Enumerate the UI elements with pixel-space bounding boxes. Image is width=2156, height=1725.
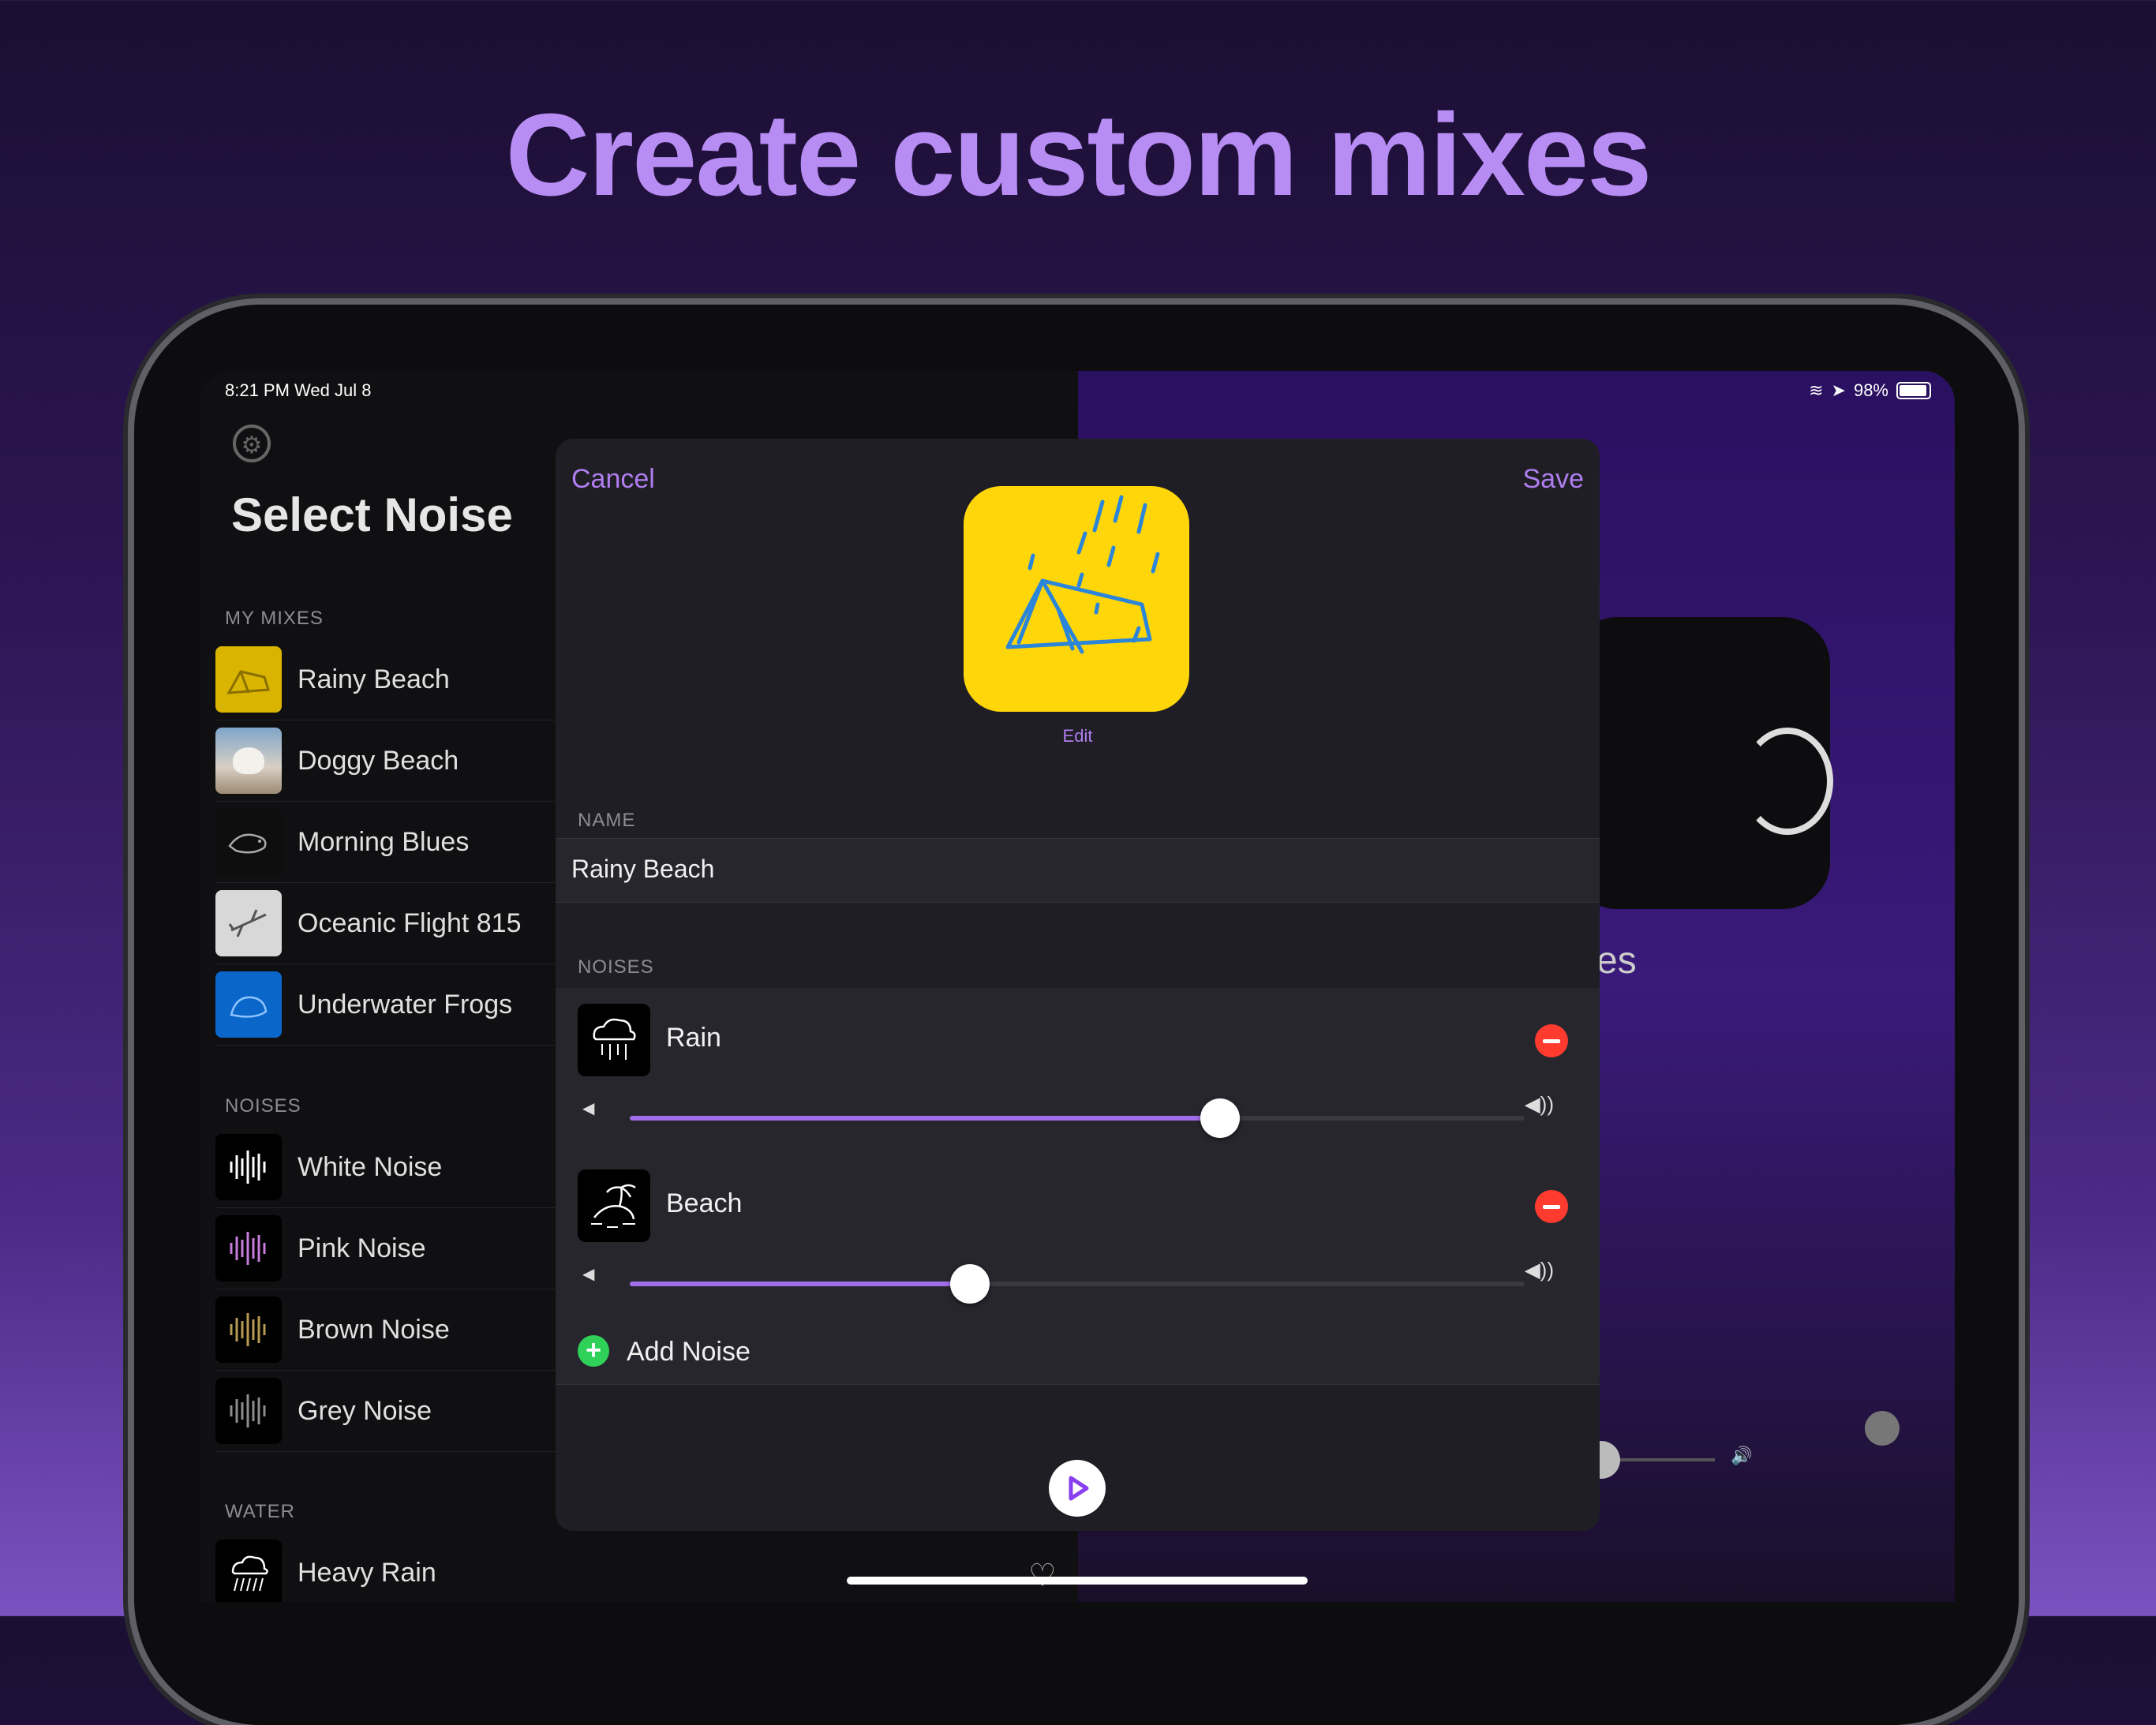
add-noise-button[interactable]: + Add Noise (556, 1319, 1600, 1385)
play-button[interactable] (1049, 1460, 1106, 1517)
ipad-screen: 8:21 PM Wed Jul 8 ⚙ Select Noise MY MIXE… (200, 371, 1955, 1602)
page-title: Select Noise (231, 488, 513, 541)
list-item-label: Doggy Beach (298, 745, 459, 776)
plus-icon: + (578, 1335, 609, 1367)
list-item-label: Underwater Frogs (298, 989, 513, 1020)
battery-icon (1896, 382, 1931, 399)
player-artwork (1570, 617, 1833, 909)
noises-section-label: NOISES (578, 956, 654, 978)
volume-slider-fill (630, 1116, 1221, 1121)
volume-slider-knob[interactable] (1200, 1098, 1241, 1138)
list-item-heavy-rain[interactable]: Heavy Rain (215, 1532, 1084, 1602)
mix-name-field[interactable]: Rainy Beach (556, 838, 1600, 903)
volume-high-icon: ◀)) (1524, 1092, 1554, 1116)
white-waveform-icon (215, 1134, 282, 1200)
tent-rain-icon (215, 646, 282, 713)
battery-percent: 98% (1853, 380, 1888, 400)
volume-low-icon: ◀ (582, 1266, 595, 1283)
list-item-label: Brown Noise (298, 1314, 450, 1345)
list-item-label: Heavy Rain (298, 1557, 436, 1588)
list-item-label: Rainy Beach (298, 664, 450, 694)
name-section-label: NAME (578, 810, 636, 831)
list-item-label: Pink Noise (298, 1233, 426, 1263)
section-label-water: WATER (225, 1501, 295, 1522)
volume-low-icon: ◀ (582, 1100, 595, 1117)
edit-icon-link[interactable]: Edit (556, 726, 1600, 747)
tent-rain-icon[interactable] (964, 486, 1189, 712)
cancel-button[interactable]: Cancel (571, 464, 655, 495)
dog-photo-icon (215, 728, 282, 794)
section-label-my-mixes: MY MIXES (225, 608, 324, 629)
pink-waveform-icon (215, 1215, 282, 1282)
remove-noise-button[interactable] (1535, 1024, 1568, 1057)
heavy-rain-icon (215, 1540, 282, 1602)
grey-waveform-icon (215, 1378, 282, 1444)
noise-name: Rain (666, 1023, 721, 1053)
volume-slider-knob[interactable] (949, 1264, 990, 1304)
noise-item-rain: Rain ◀ ◀)) (556, 988, 1600, 1154)
bird-icon (215, 809, 282, 875)
remove-noise-button[interactable] (1535, 1190, 1568, 1223)
player-title-partial: es (1596, 940, 1637, 982)
mix-name-value: Rainy Beach (571, 855, 715, 883)
noise-item-beach: Beach ◀ ◀)) (556, 1154, 1600, 1320)
island-palm-icon (578, 1169, 650, 1242)
gear-icon[interactable]: ⚙ (233, 425, 271, 462)
volume-high-icon: ◀)) (1524, 1258, 1554, 1282)
volume-slider-fill (630, 1282, 970, 1286)
brown-waveform-icon (215, 1297, 282, 1363)
status-right: ≋ ➤ 98% (1809, 380, 1931, 401)
list-item-label: Oceanic Flight 815 (298, 907, 522, 938)
list-item-label: Grey Noise (298, 1395, 432, 1426)
cloud-rain-icon (578, 1004, 650, 1076)
volume-slider[interactable] (630, 1098, 1525, 1138)
list-item-label: Morning Blues (298, 826, 470, 857)
section-label-noises: NOISES (225, 1095, 301, 1117)
edit-mix-modal: Cancel Save Edit NAME Rainy Beach NOISES… (556, 439, 1600, 1531)
location-icon: ➤ (1831, 380, 1846, 400)
player-volume-track[interactable] (1620, 1458, 1715, 1461)
noise-name: Beach (666, 1188, 743, 1218)
timer-icon[interactable] (1865, 1411, 1900, 1446)
save-button[interactable]: Save (1523, 464, 1585, 495)
add-noise-label: Add Noise (627, 1337, 750, 1367)
hero-title: Create custom mixes (505, 90, 1653, 220)
volume-high-icon: 🔊 (1731, 1446, 1753, 1465)
airplane-icon (215, 890, 282, 956)
heart-icon[interactable]: ♡ (1028, 1558, 1057, 1594)
play-icon (1069, 1476, 1089, 1501)
home-indicator (847, 1577, 1308, 1585)
volume-slider[interactable] (630, 1264, 1525, 1304)
status-time: 8:21 PM Wed Jul 8 (225, 380, 372, 400)
frog-icon (215, 971, 282, 1038)
list-item-label: White Noise (298, 1151, 443, 1182)
wifi-icon: ≋ (1809, 380, 1824, 400)
